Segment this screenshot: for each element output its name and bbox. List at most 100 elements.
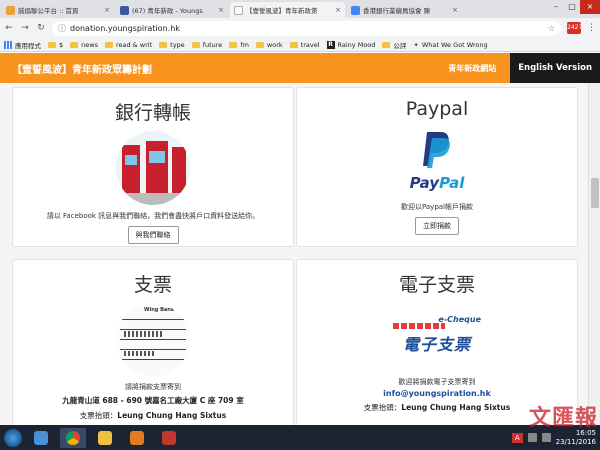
windows-explorer-icon xyxy=(34,430,48,445)
tab-label: 誠倡聯公平台 :: 首頁 xyxy=(18,7,79,15)
donation-email-link[interactable]: info@youngspiration.hk xyxy=(297,389,577,398)
folder-icon xyxy=(255,41,264,48)
reload-icon[interactable]: ↻ xyxy=(36,23,46,33)
maximize-icon[interactable]: □ xyxy=(564,0,580,14)
taskbar-news[interactable] xyxy=(156,428,182,448)
folder-icon xyxy=(70,41,79,48)
taskbar-explorer[interactable] xyxy=(28,428,54,448)
start-button[interactable] xyxy=(4,428,22,447)
folder-icon xyxy=(382,41,391,48)
tab-label: 【壹誓風波】青年新政第 xyxy=(246,7,318,15)
bookmark-what-we-got-wrong[interactable]: ✦ What We Got Wrong xyxy=(413,41,487,49)
bank-transfer-card: 銀行轉帳 請以 Facebook 訊息與我們聯絡，我們會盡快將戶口資料發送給你。… xyxy=(12,87,294,247)
forward-icon[interactable]: → xyxy=(20,23,30,33)
paypal-p-icon xyxy=(423,132,450,168)
apps-grid-icon xyxy=(4,40,12,49)
bookmark-travel[interactable]: travel xyxy=(289,41,320,49)
card-title: 支票 xyxy=(133,274,172,296)
card-title: 電子支票 xyxy=(398,274,475,296)
home-site-link[interactable]: 青年新政網站 xyxy=(448,63,510,74)
close-tab-icon[interactable]: × xyxy=(104,6,110,14)
page-scrollbar[interactable] xyxy=(588,83,600,425)
tab-4[interactable]: 香港銀行業僱員協會 陳 × xyxy=(347,2,462,18)
site-title[interactable]: 【壹誓風波】青年新政眾籌計劃 xyxy=(0,61,448,76)
media-player-icon xyxy=(130,430,144,445)
atm-photo xyxy=(116,131,190,205)
english-version-button[interactable]: English Version xyxy=(510,53,600,83)
back-icon[interactable]: ← xyxy=(4,23,14,33)
taskbar-media[interactable] xyxy=(124,428,150,448)
tab-1[interactable]: 誠倡聯公平台 :: 首頁 × xyxy=(2,2,114,18)
info-icon[interactable]: ⓘ xyxy=(58,23,66,34)
bookmark-type[interactable]: type xyxy=(159,41,185,49)
menu-icon[interactable]: ⋮ xyxy=(587,23,596,33)
close-tab-icon[interactable]: × xyxy=(335,6,341,14)
tab-3-active[interactable]: 【壹誓風波】青年新政第 × xyxy=(230,2,345,18)
bookmark-dollar[interactable]: $ xyxy=(48,41,63,49)
address-bar: ← → ↻ ⓘ donation.youngspiration.hk ☆ 242… xyxy=(0,18,600,38)
r-logo-icon: R xyxy=(326,40,335,49)
close-tab-icon[interactable]: × xyxy=(452,6,458,14)
bookmark-fm[interactable]: fm xyxy=(229,41,249,49)
card-title: Paypal xyxy=(405,98,469,120)
tab-label: 香港銀行業僱員協會 陳 xyxy=(363,7,431,15)
echeque-logo: e-Cheque 電子支票 xyxy=(389,315,485,367)
folder-icon xyxy=(229,41,238,48)
tab-label: (67) 青年新政 - Youngs xyxy=(132,7,203,15)
taskbar-folder[interactable] xyxy=(92,428,118,448)
folder-icon xyxy=(191,41,200,48)
donation-content: 銀行轉帳 請以 Facebook 訊息與我們聯絡，我們會盡快將戶口資料發送給你。… xyxy=(0,83,588,425)
folder-icon xyxy=(159,41,168,48)
tab-2[interactable]: (67) 青年新政 - Youngs × xyxy=(116,2,228,18)
bookmark-apps[interactable]: 應用程式 xyxy=(4,40,41,50)
bookmark-future[interactable]: future xyxy=(191,41,222,49)
folder-icon xyxy=(289,41,298,48)
bookmark-read-write[interactable]: read & writ xyxy=(104,41,152,49)
eagle-icon: ✦ xyxy=(413,40,419,49)
folder-icon xyxy=(104,41,113,48)
scrollbar-thumb[interactable] xyxy=(591,178,599,208)
window-controls: – □ × xyxy=(548,0,600,14)
bookmark-work[interactable]: work xyxy=(255,41,283,49)
news-app-icon xyxy=(162,430,176,445)
bookmark-news[interactable]: news xyxy=(70,41,98,49)
card-description: 請將捐款支票寄到 xyxy=(125,383,181,391)
windows-taskbar: A 16:05 23/11/2016 xyxy=(0,425,600,450)
gmail-extension-icon[interactable]: 2427 xyxy=(567,22,582,34)
paypal-card: Paypal PayPal 歡迎以Paypal帳戶捐款 立即捐款 xyxy=(296,87,578,247)
bookmark-star-icon[interactable]: ☆ xyxy=(548,24,555,33)
volume-icon[interactable] xyxy=(541,433,551,442)
language-indicator[interactable]: A xyxy=(511,432,523,443)
folder-icon xyxy=(48,41,56,48)
browser-tabstrip: 誠倡聯公平台 :: 首頁 × (67) 青年新政 - Youngs × 【壹誓風… xyxy=(0,0,600,18)
payee-line: 支票抬頭：Leung Chung Hang Sixtus xyxy=(79,411,227,420)
paypal-logo: PayPal xyxy=(397,130,477,200)
chrome-icon xyxy=(66,430,80,445)
page-icon xyxy=(234,5,243,15)
close-tab-icon[interactable]: × xyxy=(218,6,224,14)
minimize-icon[interactable]: – xyxy=(548,0,564,14)
mailing-address: 九龍青山道 688 - 690 號嘉名工廠大廈 C 座 709 室 xyxy=(62,396,244,405)
bookmarks-bar: 應用程式 $ news read & writ type future fm w… xyxy=(0,38,600,52)
url-input[interactable]: ⓘ donation.youngspiration.hk ☆ xyxy=(52,20,561,36)
file-folder-icon xyxy=(98,430,112,445)
card-title: 銀行轉帳 xyxy=(114,102,191,124)
paypal-wordmark: PayPal xyxy=(409,174,465,192)
site-header: 【壹誓風波】青年新政眾籌計劃 青年新政網站 English Version xyxy=(0,53,600,83)
newspaper-watermark: 文匯報 xyxy=(528,406,598,431)
tab-favicon-icon xyxy=(6,5,15,15)
cheque-card: 支票 Wing Bank 請將捐款支票寄到 九龍青山道 688 - 690 號嘉… xyxy=(12,259,294,425)
donate-now-button[interactable]: 立即捐款 xyxy=(415,217,459,235)
google-icon xyxy=(351,5,360,15)
facebook-icon xyxy=(120,5,129,15)
bookmark-rainy-mood[interactable]: R Rainy Mood xyxy=(326,40,375,49)
cheque-image: Wing Bank xyxy=(116,303,190,377)
url-text: donation.youngspiration.hk xyxy=(70,23,180,33)
network-icon[interactable] xyxy=(527,433,537,442)
card-description: 請以 Facebook 訊息與我們聯絡，我們會盡快將戶口資料發送給你。 xyxy=(46,212,260,220)
bookmark-gongping[interactable]: 公評 xyxy=(382,40,406,50)
card-description: 歡迎將捐款電子支票寄到 xyxy=(398,378,476,386)
taskbar-chrome[interactable] xyxy=(60,427,86,448)
close-window-icon[interactable]: × xyxy=(580,0,600,14)
contact-us-button[interactable]: 與我們聯絡 xyxy=(127,226,179,244)
